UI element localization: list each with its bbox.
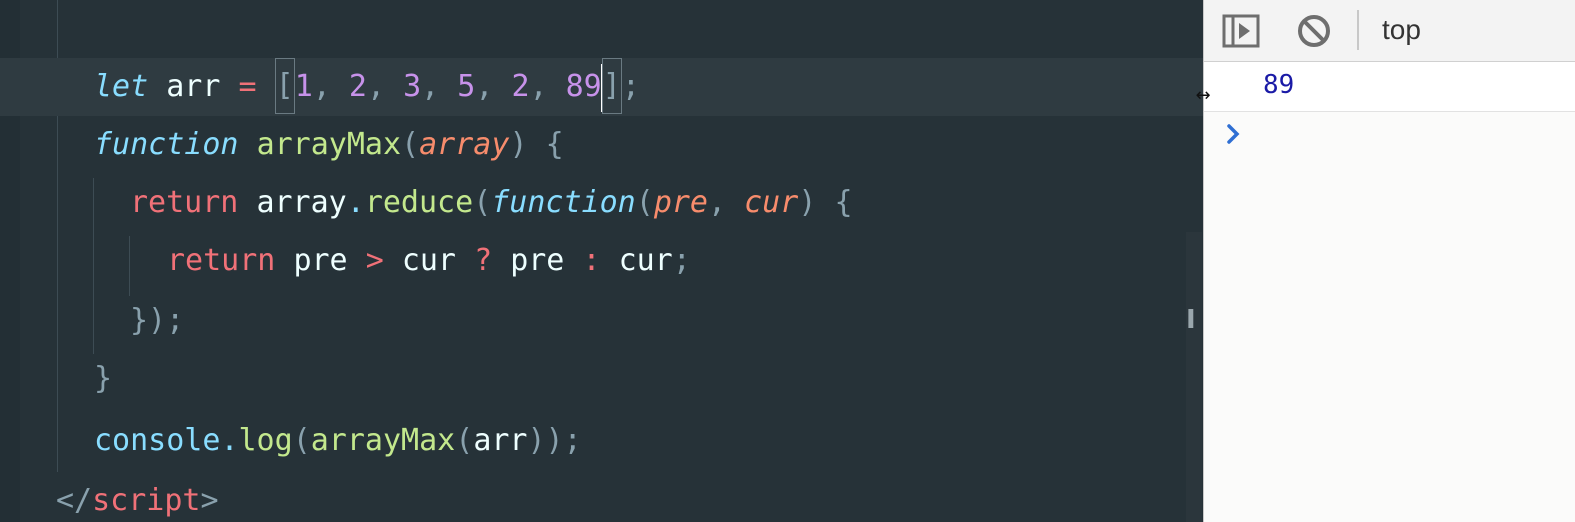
identifier: cur <box>618 243 673 278</box>
identifier: arr <box>473 423 528 458</box>
editor-scrollbar[interactable] <box>1186 232 1202 522</box>
operator: ? <box>474 243 493 278</box>
paren: ( <box>455 423 474 458</box>
code-editor[interactable]: let arr = [1, 2, 3, 5, 2, 89]; function … <box>0 0 1203 522</box>
variable-arr: arr <box>166 69 221 104</box>
text-cursor-icon: I <box>1186 305 1196 335</box>
code-line[interactable]: return pre > cur ? pre : cur; <box>0 232 1203 290</box>
code-line[interactable]: } <box>0 350 1203 408</box>
paren: ( <box>635 185 654 220</box>
number: 3 <box>403 69 422 104</box>
identifier: cur <box>401 243 456 278</box>
number: 5 <box>457 69 476 104</box>
method-name: log <box>238 423 293 458</box>
number: 1 <box>294 69 313 104</box>
keyword-return: return <box>167 243 276 278</box>
paren: ( <box>473 185 492 220</box>
sidebar-toggle-icon[interactable] <box>1222 12 1262 50</box>
code-line[interactable]: console.log(arrayMax(arr)); <box>0 412 1203 470</box>
resize-handle-icon[interactable]: ↔ <box>1192 86 1214 106</box>
operator-assign: = <box>238 69 257 104</box>
console-message: 89 <box>1204 62 1575 112</box>
closing-brace: } <box>94 361 113 396</box>
code-line[interactable]: function arrayMax(array) { <box>0 116 1203 174</box>
keyword-return: return <box>130 185 239 220</box>
identifier: array <box>256 185 347 220</box>
toolbar-divider <box>1357 10 1359 50</box>
code-line[interactable]: let arr = [1, 2, 3, 5, 2, 89]; <box>0 58 1203 116</box>
comma: , <box>708 185 727 220</box>
devtools-panel: top 89 <box>1203 0 1575 522</box>
keyword-function: function <box>491 185 636 220</box>
operator: : <box>582 243 601 278</box>
tag-bracket: > <box>200 483 219 518</box>
number: 2 <box>348 69 367 104</box>
identifier: pre <box>293 243 348 278</box>
operator: > <box>365 243 384 278</box>
identifier-console: console <box>94 423 221 458</box>
context-selector[interactable]: top <box>1382 10 1421 50</box>
function-name: arrayMax <box>256 127 402 162</box>
keyword-function: function <box>94 127 239 162</box>
code-line[interactable]: </script> <box>0 472 1203 522</box>
keyword-let: let <box>94 69 149 104</box>
clear-console-icon[interactable] <box>1294 12 1334 50</box>
number: 89 <box>565 69 602 104</box>
code-line[interactable]: }); <box>0 292 1203 350</box>
paren: ( <box>292 423 311 458</box>
paren: ) <box>509 127 528 162</box>
identifier: pre <box>510 243 565 278</box>
parameter: array <box>419 127 510 162</box>
semicolon: ; <box>672 243 691 278</box>
bracket-open-match: [ <box>274 58 295 114</box>
parameter: cur <box>744 185 799 220</box>
log-value: 89 <box>1263 70 1295 100</box>
bracket-close-match: ] <box>601 58 622 114</box>
tag-name: script <box>92 483 201 518</box>
method-name: reduce <box>364 185 474 220</box>
parameter: pre <box>653 185 708 220</box>
number: 2 <box>511 69 530 104</box>
dot: . <box>220 423 239 458</box>
paren: ( <box>401 127 420 162</box>
semicolon: ; <box>563 423 582 458</box>
code-line[interactable]: return array.reduce(function(pre, cur) { <box>0 174 1203 232</box>
dot: . <box>346 185 365 220</box>
semicolon: ; <box>621 69 640 104</box>
paren: ) <box>798 185 817 220</box>
closing-punctuation: }); <box>130 303 185 338</box>
brace: { <box>834 185 853 220</box>
chevron-right-icon[interactable] <box>1224 120 1244 148</box>
paren: )) <box>527 423 564 458</box>
brace: { <box>545 127 564 162</box>
function-call: arrayMax <box>310 423 456 458</box>
console-toolbar: top <box>1204 0 1575 62</box>
tag-bracket: </ <box>56 483 93 518</box>
